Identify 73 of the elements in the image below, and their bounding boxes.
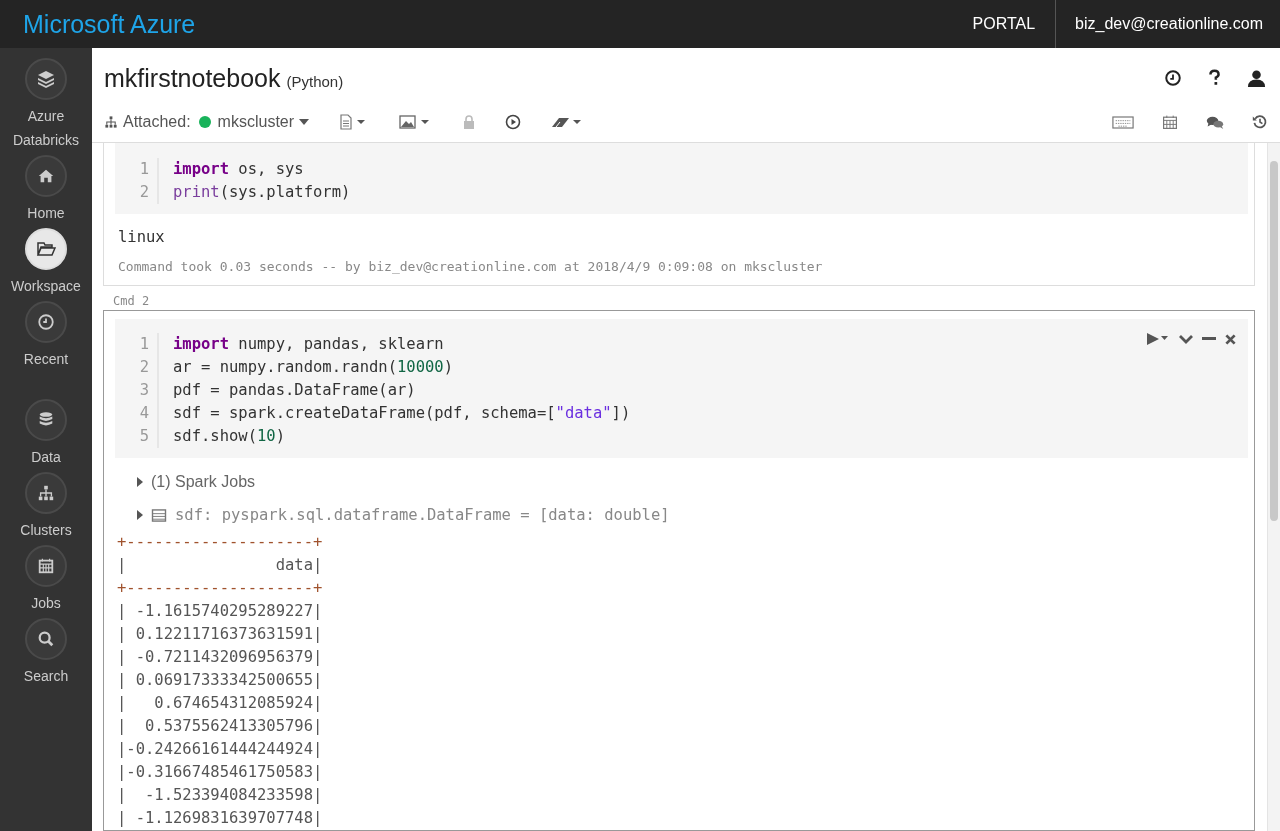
- attached-label: Attached:: [123, 113, 191, 131]
- line-number: 5: [139, 426, 149, 447]
- line-number: 2: [139, 182, 149, 203]
- history-icon[interactable]: [1252, 114, 1268, 130]
- sidebar-item[interactable]: Workspace: [0, 228, 92, 301]
- clock-icon[interactable]: [1164, 69, 1182, 87]
- code-editor[interactable]: 1 2 3 4 5 import numpy, pandas, sklearn ar = numpy.random.randn(10000) pdf = pandas.DataFrame(ar) sdf = spark.createDataFrame(pdf, schema=["data"]) sdf.show(10): [115, 319, 1248, 458]
- minimize-icon[interactable]: [1202, 337, 1216, 341]
- keyboard-icon[interactable]: [1112, 115, 1134, 129]
- chevron-down-icon[interactable]: [1179, 334, 1193, 344]
- help-icon[interactable]: [1208, 69, 1221, 87]
- sidebar-item[interactable]: Home: [0, 155, 92, 228]
- line-number: 4: [139, 403, 149, 424]
- code-line: sdf.show(10): [173, 426, 286, 447]
- line-number: 1: [139, 334, 149, 355]
- table-output-line: |-0.24266161444244924|: [117, 739, 323, 760]
- expand-arrow-icon[interactable]: [137, 477, 143, 487]
- code-line: import os, sys: [173, 159, 305, 180]
- caret-icon: [299, 119, 310, 125]
- sidebar-item[interactable]: Jobs: [0, 545, 92, 618]
- cell-label: Cmd 2: [112, 293, 151, 310]
- table-output-line: +--------------------+: [117, 532, 323, 553]
- sidebar-item[interactable]: Clusters: [0, 472, 92, 545]
- code-line: pdf = pandas.DataFrame(ar): [173, 380, 417, 401]
- user-icon[interactable]: [1247, 68, 1266, 88]
- search-icon: [37, 630, 55, 648]
- code-line: print(sys.platform): [173, 182, 351, 203]
- code-line: ar = numpy.random.randn(10000): [173, 357, 454, 378]
- calendar-icon: [37, 557, 55, 575]
- table-output-line: | 0.674654312085924|: [117, 693, 323, 714]
- table-output-line: | -0.7211432096956379|: [117, 647, 323, 668]
- code-editor[interactable]: 1 2 import os, sys print(sys.platform): [115, 143, 1248, 214]
- sidebar-item[interactable]: Azure Databricks: [0, 58, 92, 155]
- user-menu[interactable]: biz_dev@creationline.com: [1056, 15, 1280, 33]
- table-output-line: | -1.1615740295289227|: [117, 601, 323, 622]
- close-icon[interactable]: [1225, 333, 1236, 345]
- home-icon: [37, 167, 55, 185]
- schema-text: sdf: pyspark.sql.dataframe.DataFrame = [data: double]: [175, 506, 670, 524]
- code-line: sdf = spark.createDataFrame(pdf, schema=["data"]): [173, 403, 631, 424]
- line-number: 3: [139, 380, 149, 401]
- spark-jobs-toggle[interactable]: (1) Spark Jobs: [151, 473, 256, 491]
- table-output-line: | 0.5375562413305796|: [117, 716, 323, 737]
- calendar-icon[interactable]: [1162, 114, 1178, 130]
- notebook-language: (Python): [286, 72, 344, 90]
- command-footer: Command took 0.03 seconds -- by biz_dev@creationline.com at 2018/4/9 0:09:08 on mkscluster: [115, 247, 1248, 285]
- scrollbar-thumb[interactable]: [1270, 161, 1278, 521]
- stacked-layers-icon: [36, 69, 56, 89]
- table-output-line: | -1.1269831639707748|: [117, 808, 323, 829]
- expand-arrow-icon[interactable]: [137, 510, 143, 520]
- notebook-title: mkfirstnotebook: [104, 63, 281, 93]
- hierarchy-icon: [37, 484, 55, 502]
- code-line: import numpy, pandas, sklearn: [173, 334, 445, 355]
- run-menu-icon[interactable]: [1146, 332, 1170, 346]
- sidebar-item[interactable]: Search: [0, 618, 92, 691]
- clock-icon: [37, 313, 55, 331]
- line-number: 2: [139, 357, 149, 378]
- chat-bubbles-icon[interactable]: [1206, 114, 1224, 130]
- table-icon: [151, 508, 167, 522]
- output-text: linux: [117, 227, 166, 247]
- brand-logo[interactable]: Microsoft Azure: [0, 9, 196, 39]
- sidebar-item[interactable]: Data: [0, 399, 92, 472]
- cluster-dropdown[interactable]: mkscluster: [198, 113, 310, 131]
- table-output-line: +--------------------+: [117, 578, 323, 599]
- table-output-line: | data|: [117, 555, 323, 576]
- table-output-line: | 0.12211716373631591|: [117, 624, 323, 645]
- table-output-line: | 0.06917333342500655|: [117, 670, 323, 691]
- sidebar-item[interactable]: Recent: [0, 301, 92, 374]
- line-number: 1: [139, 159, 149, 180]
- hierarchy-icon: [104, 115, 118, 129]
- table-output-line: |-0.31667485461750583|: [117, 762, 323, 783]
- play-circle-icon[interactable]: [505, 114, 522, 130]
- table-output-line: | -1.523394084233598|: [117, 785, 323, 806]
- folder-icon: [36, 239, 56, 259]
